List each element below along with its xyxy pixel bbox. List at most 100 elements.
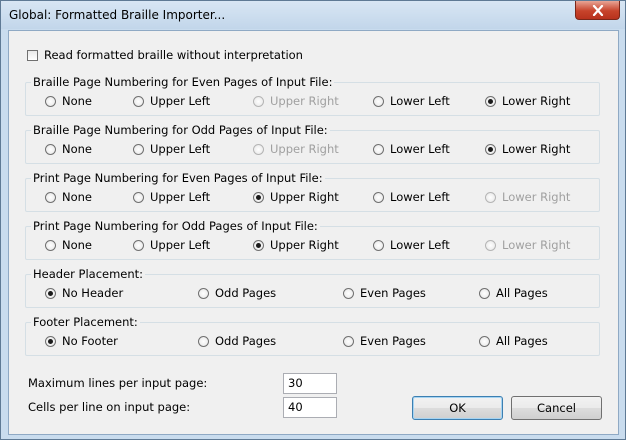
radio-button (485, 239, 496, 251)
ok-button[interactable]: OK (412, 396, 503, 420)
radio-label: Even Pages (360, 286, 426, 300)
radio-header-all-pages[interactable]: All Pages (479, 286, 548, 300)
radio-label: Lower Right (502, 190, 571, 204)
radio-label: Lower Left (390, 94, 450, 108)
radio-print-even-lower-left[interactable]: Lower Left (373, 190, 450, 204)
radio-button[interactable] (133, 143, 144, 155)
radio-button[interactable] (343, 287, 354, 299)
radio-braille-odd-none[interactable]: None (45, 142, 92, 156)
radio-label: No Header (62, 286, 124, 300)
radio-braille-even-none[interactable]: None (45, 94, 92, 108)
radio-print-odd-none[interactable]: None (45, 238, 92, 252)
radio-button[interactable] (45, 191, 56, 203)
radio-print-even-none[interactable]: None (45, 190, 92, 204)
radio-braille-even-lower-right[interactable]: Lower Right (485, 94, 570, 108)
max-lines-input[interactable]: 30 (283, 373, 337, 394)
group-footer: Footer Placement: No Footer Odd Pages Even … (25, 315, 600, 356)
max-lines-label: Maximum lines per input page: (28, 376, 208, 390)
radio-label: All Pages (496, 334, 548, 348)
radio-header-odd-pages[interactable]: Odd Pages (198, 286, 276, 300)
radio-print-even-upper-left[interactable]: Upper Left (133, 190, 210, 204)
radio-print-odd-upper-right[interactable]: Upper Right (253, 238, 339, 252)
radio-label: Lower Right (502, 238, 571, 252)
radio-button[interactable] (45, 143, 56, 155)
radio-braille-even-lower-left[interactable]: Lower Left (373, 94, 450, 108)
radio-label: None (62, 142, 93, 156)
radio-label: None (62, 94, 93, 108)
group-header: Header Placement: No Header Odd Pages Even … (25, 267, 600, 308)
radio-button[interactable] (133, 239, 144, 251)
radio-button[interactable] (45, 287, 56, 299)
radio-label: None (62, 238, 93, 252)
radio-button[interactable] (373, 143, 384, 155)
radio-button[interactable] (373, 95, 384, 107)
radio-button[interactable] (45, 95, 56, 107)
radio-label: None (62, 190, 93, 204)
radio-braille-odd-upper-left[interactable]: Upper Left (133, 142, 210, 156)
group-braille-even: Braille Page Numbering for Even Pages of… (25, 75, 600, 116)
group-print-even: Print Page Numbering for Even Pages of I… (25, 171, 600, 212)
radio-print-even-upper-right[interactable]: Upper Right (253, 190, 339, 204)
radio-braille-odd-lower-left[interactable]: Lower Left (373, 142, 450, 156)
group-label-print-even: Print Page Numbering for Even Pages of I… (31, 171, 325, 185)
radio-label: Upper Left (150, 190, 211, 204)
radio-button[interactable] (198, 287, 209, 299)
radio-label: Upper Right (270, 94, 339, 108)
radio-braille-odd-upper-right: Upper Right (253, 142, 339, 156)
radio-label: Lower Left (390, 238, 450, 252)
radio-braille-odd-lower-right[interactable]: Lower Right (485, 142, 570, 156)
radio-footer-no-footer[interactable]: No Footer (45, 334, 118, 348)
radio-footer-odd-pages[interactable]: Odd Pages (198, 334, 276, 348)
radio-button[interactable] (253, 191, 264, 203)
group-label-braille-odd: Braille Page Numbering for Odd Pages of … (31, 123, 330, 137)
radio-label: Upper Right (270, 238, 339, 252)
radio-button (253, 95, 264, 107)
radio-label: Even Pages (360, 334, 426, 348)
radio-button[interactable] (373, 191, 384, 203)
radio-button[interactable] (485, 95, 496, 107)
radio-button[interactable] (343, 335, 354, 347)
title-bar[interactable]: Global: Formatted Braille Importer... (1, 1, 625, 29)
group-label-print-odd: Print Page Numbering for Odd Pages of In… (31, 219, 320, 233)
close-button[interactable] (575, 1, 620, 20)
radio-label: Odd Pages (215, 334, 277, 348)
radio-label: Lower Right (502, 142, 571, 156)
radio-button[interactable] (45, 239, 56, 251)
radio-print-odd-lower-left[interactable]: Lower Left (373, 238, 450, 252)
radio-label: Lower Right (502, 94, 571, 108)
group-print-odd: Print Page Numbering for Odd Pages of In… (25, 219, 600, 260)
radio-label: Upper Left (150, 142, 211, 156)
radio-footer-even-pages[interactable]: Even Pages (343, 334, 426, 348)
radio-label: All Pages (496, 286, 548, 300)
radio-label: Upper Right (270, 190, 339, 204)
radio-button[interactable] (485, 143, 496, 155)
radio-button (485, 191, 496, 203)
radio-button[interactable] (479, 287, 490, 299)
close-icon (592, 5, 604, 16)
radio-label: Lower Left (390, 190, 450, 204)
raw-braille-option[interactable]: Read formatted braille without interpret… (27, 48, 303, 62)
radio-label: Upper Right (270, 142, 339, 156)
group-label-footer: Footer Placement: (31, 315, 140, 329)
raw-braille-checkbox[interactable] (27, 49, 38, 61)
radio-print-even-lower-right: Lower Right (485, 190, 570, 204)
radio-header-even-pages[interactable]: Even Pages (343, 286, 426, 300)
radio-button[interactable] (373, 239, 384, 251)
window-title: Global: Formatted Braille Importer... (9, 8, 226, 22)
radio-header-no-header[interactable]: No Header (45, 286, 123, 300)
radio-button[interactable] (479, 335, 490, 347)
radio-button[interactable] (133, 95, 144, 107)
radio-label: Lower Left (390, 142, 450, 156)
radio-print-odd-upper-left[interactable]: Upper Left (133, 238, 210, 252)
radio-label: No Footer (62, 334, 118, 348)
radio-button[interactable] (133, 191, 144, 203)
group-label-braille-even: Braille Page Numbering for Even Pages of… (31, 75, 335, 89)
radio-button[interactable] (253, 239, 264, 251)
radio-button[interactable] (198, 335, 209, 347)
cells-per-line-input[interactable]: 40 (283, 397, 337, 418)
radio-footer-all-pages[interactable]: All Pages (479, 334, 548, 348)
radio-button[interactable] (45, 335, 56, 347)
radio-braille-even-upper-left[interactable]: Upper Left (133, 94, 210, 108)
radio-label: Upper Left (150, 94, 211, 108)
cancel-button[interactable]: Cancel (511, 396, 602, 420)
